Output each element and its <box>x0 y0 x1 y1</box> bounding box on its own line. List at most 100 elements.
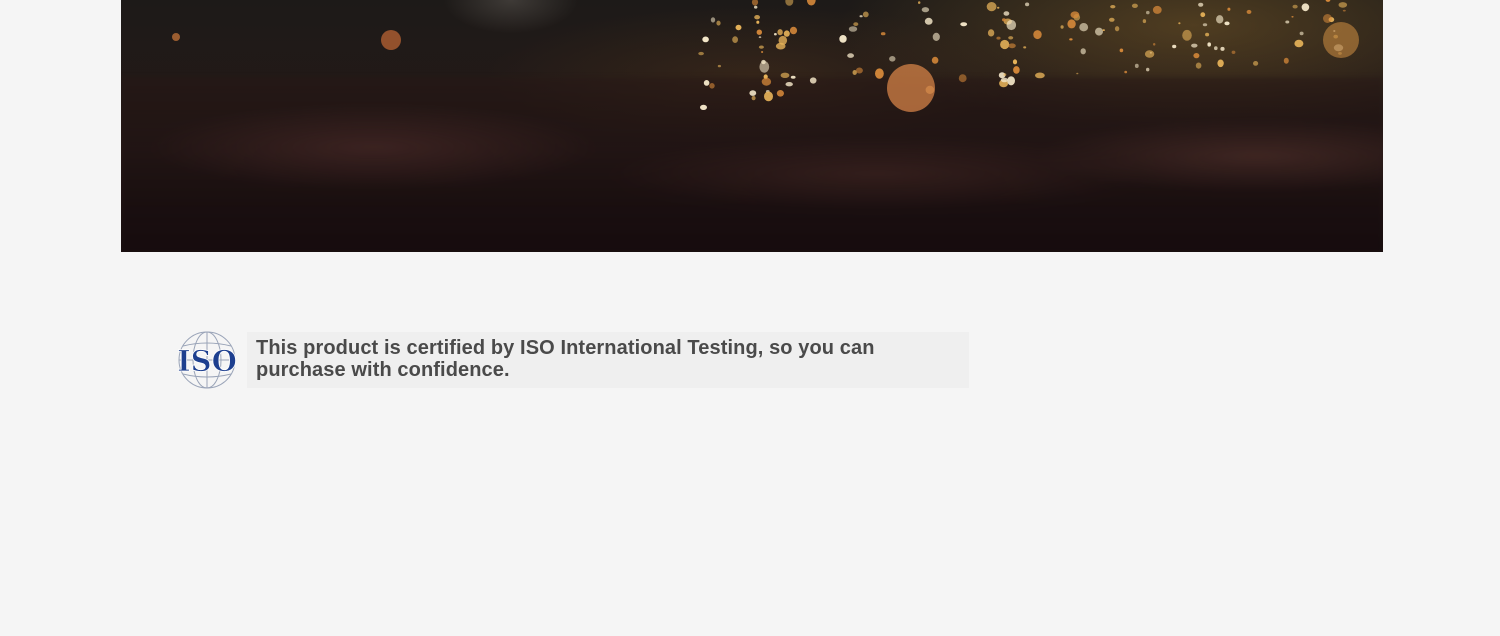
spark <box>1205 32 1210 37</box>
spark <box>710 17 716 23</box>
spark <box>1003 11 1010 16</box>
spark <box>1178 22 1181 25</box>
spark <box>958 74 967 83</box>
spark <box>698 51 704 56</box>
spark <box>1110 5 1116 9</box>
spark <box>1013 66 1020 74</box>
spark <box>702 36 709 43</box>
spark <box>960 22 968 27</box>
spark <box>1338 2 1348 8</box>
spark-glow <box>887 64 935 112</box>
spark <box>1008 36 1014 40</box>
spark <box>709 83 715 89</box>
spark <box>700 104 707 110</box>
spark <box>1114 26 1120 32</box>
spark <box>1224 21 1230 26</box>
spark <box>1291 15 1294 18</box>
iso-logo-text: ISO <box>177 344 237 378</box>
spark-glow <box>381 30 401 50</box>
spark <box>1342 9 1346 12</box>
spark <box>839 35 847 43</box>
spark <box>774 33 777 36</box>
spark <box>1285 20 1290 24</box>
spark <box>1182 29 1192 41</box>
spark <box>703 80 710 86</box>
spark <box>1172 44 1177 49</box>
spark <box>1220 46 1225 51</box>
spark <box>1301 3 1310 12</box>
spark <box>997 6 1000 9</box>
spark <box>987 29 995 37</box>
spark <box>1146 67 1150 72</box>
spark <box>853 22 859 26</box>
spark <box>1070 11 1080 19</box>
spark <box>1007 76 1015 86</box>
spark <box>1134 63 1139 68</box>
spark <box>1299 31 1304 36</box>
spark <box>1246 9 1252 14</box>
spark <box>780 72 790 79</box>
spark <box>859 15 863 18</box>
page: ISO This product is certified by ISO Int… <box>0 0 1500 636</box>
spark <box>1131 3 1138 8</box>
spark <box>1146 10 1150 15</box>
spark <box>1144 50 1155 58</box>
spark <box>790 75 796 79</box>
spark <box>1217 59 1224 68</box>
spark <box>751 95 756 101</box>
spark <box>1008 43 1016 49</box>
spark <box>996 36 1001 40</box>
spark <box>1012 59 1018 65</box>
spark <box>921 7 930 13</box>
spark <box>735 24 742 31</box>
spark <box>1119 48 1124 53</box>
spark <box>1102 29 1105 31</box>
spark <box>1207 42 1211 47</box>
spark <box>1292 4 1298 9</box>
spark <box>918 1 921 4</box>
spark <box>1195 62 1202 69</box>
spark <box>761 77 772 86</box>
spark <box>1000 77 1009 83</box>
spark-particles <box>172 0 1359 112</box>
spark <box>1214 46 1218 51</box>
spark <box>1227 7 1231 11</box>
spark <box>777 29 783 36</box>
spark <box>1200 12 1206 18</box>
spark <box>716 20 721 26</box>
spark <box>1076 72 1079 75</box>
spark <box>1216 15 1224 24</box>
spark <box>931 56 939 64</box>
spark <box>880 32 886 36</box>
spark <box>754 5 758 9</box>
spark <box>924 17 933 25</box>
spark <box>785 82 793 87</box>
spark <box>1124 70 1128 74</box>
spark <box>759 61 770 73</box>
spark <box>875 68 884 79</box>
spark <box>1109 17 1115 22</box>
spark-glow <box>172 33 180 41</box>
spark <box>732 36 738 43</box>
spark <box>848 26 858 32</box>
spark <box>1193 53 1200 59</box>
spark <box>789 26 798 35</box>
spark <box>764 91 773 102</box>
spark <box>1231 50 1236 54</box>
spark <box>1325 0 1331 2</box>
spark <box>889 56 896 62</box>
spark <box>1198 2 1204 7</box>
spark <box>754 15 760 20</box>
spark <box>806 0 816 6</box>
spark <box>785 0 794 6</box>
spark <box>1095 27 1103 36</box>
spark <box>1283 57 1289 64</box>
spark <box>1025 2 1030 7</box>
spark <box>776 90 785 97</box>
spark <box>717 64 722 68</box>
spark <box>756 29 762 35</box>
certification-text: This product is certified by ISO Interna… <box>256 337 875 381</box>
spark <box>749 90 757 96</box>
spark-glow <box>1323 22 1359 58</box>
spark <box>1003 73 1007 76</box>
